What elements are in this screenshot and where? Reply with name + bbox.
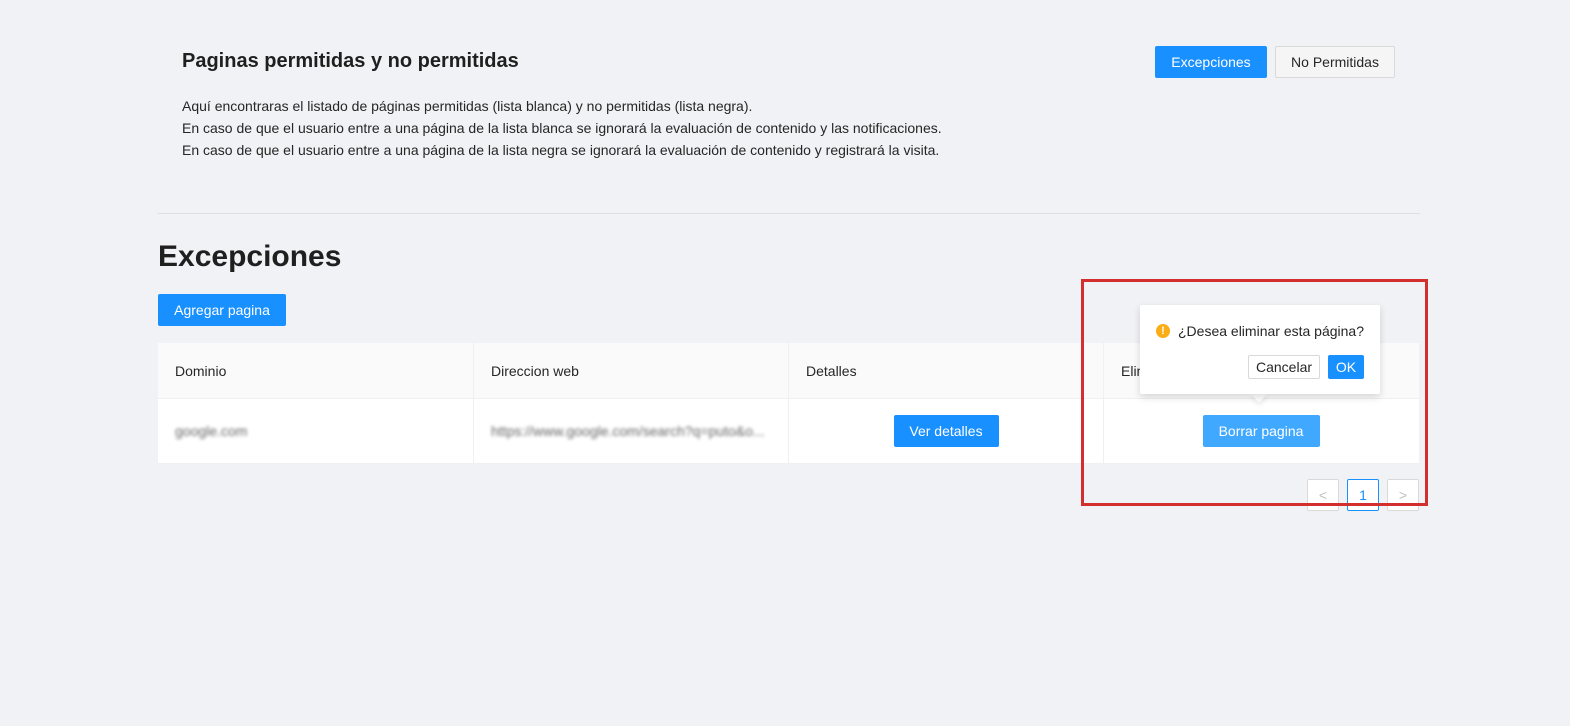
view-details-button[interactable]: Ver detalles [893, 415, 999, 447]
page-title: Paginas permitidas y no permitidas [182, 50, 519, 72]
url-cell: https://www.google.com/search?q=puto&o..… [473, 399, 788, 463]
details-cell: Ver detalles [788, 399, 1103, 463]
highlight-box [1081, 279, 1428, 506]
domain-value: google.com [175, 423, 248, 439]
column-header-dominio: Dominio [175, 362, 227, 379]
description-line-1: Aquí encontraras el listado de páginas p… [182, 98, 753, 114]
column-header-direccion-web: Direccion web [473, 343, 788, 398]
domain-cell: google.com [158, 399, 473, 463]
description-line-2: En caso de que el usuario entre a una pá… [182, 120, 942, 136]
section-title: Excepciones [158, 240, 342, 273]
page-description: Aquí encontraras el listado de páginas p… [182, 95, 942, 161]
add-page-button[interactable]: Agregar pagina [158, 294, 286, 326]
description-line-3: En caso de que el usuario entre a una pá… [182, 142, 940, 158]
url-value: https://www.google.com/search?q=puto&o..… [491, 423, 765, 439]
tab-no-permitidas[interactable]: No Permitidas [1275, 46, 1395, 78]
section-divider [158, 213, 1420, 214]
column-header-detalles: Detalles [788, 343, 1103, 398]
tab-excepciones[interactable]: Excepciones [1155, 46, 1267, 78]
